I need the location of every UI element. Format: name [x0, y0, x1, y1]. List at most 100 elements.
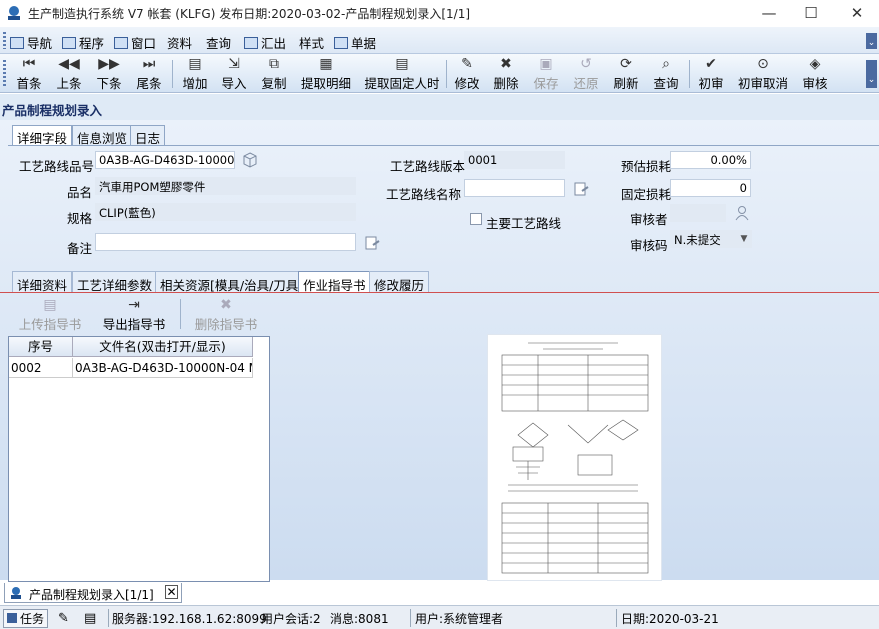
add-button[interactable]: ▤ 增加 — [180, 56, 210, 92]
undo-icon: ↺ — [580, 56, 592, 72]
extract-fixed-hours-button[interactable]: ▤ 提取固定人时 — [364, 56, 440, 92]
form-title-bar: 产品制程规划录入 — [0, 94, 879, 120]
document-tab[interactable]: 产品制程规划录入[1/1] ✕ — [4, 583, 182, 603]
edit-button[interactable]: ✎ 修改 — [452, 56, 482, 92]
last-record-button[interactable]: ⏭ 尾条 — [134, 56, 164, 92]
extract-details-button[interactable]: ▦ 提取明细 — [300, 56, 352, 92]
reviewer-field[interactable] — [670, 204, 726, 222]
copy-button[interactable]: ⧉ 复制 — [259, 56, 289, 92]
status-user: 用户:系统管理者 — [415, 612, 504, 626]
menu-grip-icon — [3, 32, 6, 49]
status-bar: 任务 ✎ ▤ 服务器:192.168.1.62:8099 用户会话:2 消息:8… — [0, 605, 879, 629]
initial-review-button[interactable]: ✔ 初审 — [696, 56, 726, 92]
save-button[interactable]: ▣ 保存 — [531, 56, 561, 92]
subtab-resources[interactable]: 相关资源[模具/治具/刀具] — [155, 271, 309, 293]
toolbar-separator — [172, 60, 173, 88]
menu-navigate[interactable]: 导航 — [10, 33, 52, 52]
title-bar: 生产制造执行系统 V7 帐套 (KLFG) 发布日期:2020-03-02-产品… — [0, 0, 879, 27]
import-button[interactable]: ⇲ 导入 — [219, 56, 249, 92]
delete-button[interactable]: ✖ 删除 — [491, 56, 521, 92]
remark-edit-icon[interactable] — [364, 235, 380, 254]
est-loss-field[interactable]: 0.00% — [670, 151, 751, 169]
name-label: 品名 — [67, 185, 93, 200]
toolbar-overflow-icon[interactable]: ⌄ — [866, 60, 877, 88]
status-message: 消息:8081 — [330, 612, 389, 626]
approve-button[interactable]: ◈ 审核 — [800, 56, 830, 92]
status-tool-icon[interactable]: ✎ — [58, 611, 69, 626]
menu-window[interactable]: 窗口 — [114, 33, 156, 52]
task-button[interactable]: 任务 — [3, 609, 49, 628]
grid-cell-filename[interactable]: 0A3B-AG-D463D-10000N-04 Mc — [73, 358, 253, 378]
tab-log[interactable]: 日志 — [130, 125, 166, 146]
window-icon — [114, 37, 128, 49]
name-field[interactable]: 汽車用POM塑膠零件 — [95, 177, 356, 195]
prev-icon: ◀◀ — [58, 56, 80, 72]
status-server: 服务器:192.168.1.62:8099 — [112, 612, 267, 626]
upload-instruction-button[interactable]: ▤ 上传指导书 — [18, 297, 82, 333]
document-tab-close-icon[interactable]: ✕ — [165, 585, 178, 599]
minimize-button[interactable]: — — [748, 0, 790, 27]
route-version-label: 工艺路线版本 — [390, 159, 466, 174]
status-session: 用户会话:2 — [261, 612, 321, 626]
subtab-details[interactable]: 详细资料 — [12, 271, 73, 293]
cube-lookup-icon[interactable] — [242, 152, 258, 171]
toolbar: ⏮ 首条 ◀◀ 上条 ▶▶ 下条 ⏭ 尾条 ▤ 增加 ⇲ 导入 ⧉ 复制 ▦ 提取明细 ▤ 提取固… — [0, 54, 879, 93]
grid-cell-seq[interactable]: 0002 — [9, 358, 73, 378]
maximize-button[interactable]: ☐ — [790, 0, 832, 27]
menu-documents[interactable]: 单据 — [334, 33, 376, 52]
close-button[interactable]: ✕ — [836, 0, 878, 27]
fixed-loss-field[interactable]: 0 — [670, 179, 751, 197]
form-title: 产品制程规划录入 — [2, 103, 103, 118]
prev-record-button[interactable]: ◀◀ 上条 — [54, 56, 84, 92]
export-instruction-button[interactable]: ⇥ 导出指导书 — [102, 297, 166, 333]
document-preview[interactable] — [488, 335, 661, 580]
est-loss-label: 预估损耗 — [621, 159, 672, 174]
review-code-label: 审核码 — [630, 238, 668, 253]
tab-detail-fields[interactable]: 详细字段 — [12, 125, 73, 146]
route-name-field[interactable] — [464, 179, 565, 197]
status-nav-icon[interactable]: ▤ — [84, 611, 96, 626]
user-lookup-icon[interactable] — [734, 205, 750, 224]
menu-overflow-icon[interactable]: ⌄ — [866, 33, 877, 49]
next-icon: ▶▶ — [98, 56, 120, 72]
route-part-field[interactable]: 0A3B-AG-D463D-10000N — [95, 151, 235, 169]
search-icon: ⌕ — [662, 56, 670, 72]
menu-export[interactable]: 汇出 — [244, 33, 286, 52]
subtab-work-instructions[interactable]: 作业指导书 — [298, 271, 371, 293]
spec-label: 规格 — [67, 211, 93, 226]
route-name-edit-icon[interactable] — [573, 181, 589, 200]
toolbar-separator — [689, 60, 690, 88]
tab-info-browse[interactable]: 信息浏览 — [72, 125, 133, 146]
route-name-label: 工艺路线名称 — [386, 187, 462, 202]
export-icon — [244, 37, 258, 49]
remark-field[interactable] — [95, 233, 356, 251]
navigate-icon — [10, 37, 24, 49]
refresh-button[interactable]: ⟳ 刷新 — [611, 56, 641, 92]
spec-field[interactable]: CLIP(藍色) — [95, 203, 356, 221]
grid-header-seq[interactable]: 序号 — [9, 337, 73, 357]
menu-program[interactable]: 程序 — [62, 33, 104, 52]
review-code-select[interactable]: N.未提交 — [670, 230, 736, 248]
first-record-button[interactable]: ⏮ 首条 — [14, 56, 44, 92]
query-button[interactable]: ⌕ 查询 — [651, 56, 681, 92]
subtab-revision-history[interactable]: 修改履历 — [369, 271, 430, 293]
menu-style[interactable]: 样式 — [299, 33, 324, 52]
window-title: 生产制造执行系统 V7 帐套 (KLFG) 发布日期:2020-03-02-产品… — [28, 7, 471, 21]
subtab-process-params[interactable]: 工艺详细参数 — [72, 271, 158, 293]
cancel-initial-review-button[interactable]: ⊙ 初审取消 — [736, 56, 790, 92]
menu-data[interactable]: 资料 — [167, 33, 192, 52]
grid-header-filename[interactable]: 文件名(双击打开/显示) — [73, 337, 253, 357]
approve-icon: ◈ — [809, 56, 821, 72]
app-tab-icon — [9, 586, 23, 603]
chevron-down-icon[interactable]: ▼ — [736, 230, 752, 248]
next-record-button[interactable]: ▶▶ 下条 — [94, 56, 124, 92]
first-icon: ⏮ — [22, 56, 36, 72]
extract-details-icon: ▦ — [319, 56, 333, 72]
route-version-field[interactable]: 0001 — [464, 151, 565, 169]
main-route-checkbox[interactable] — [470, 213, 482, 225]
delete-doc-icon: ✖ — [220, 297, 232, 313]
menu-query[interactable]: 查询 — [206, 33, 231, 52]
restore-button[interactable]: ↺ 还原 — [571, 56, 601, 92]
edit-icon: ✎ — [461, 56, 473, 72]
delete-instruction-button[interactable]: ✖ 删除指导书 — [194, 297, 258, 333]
